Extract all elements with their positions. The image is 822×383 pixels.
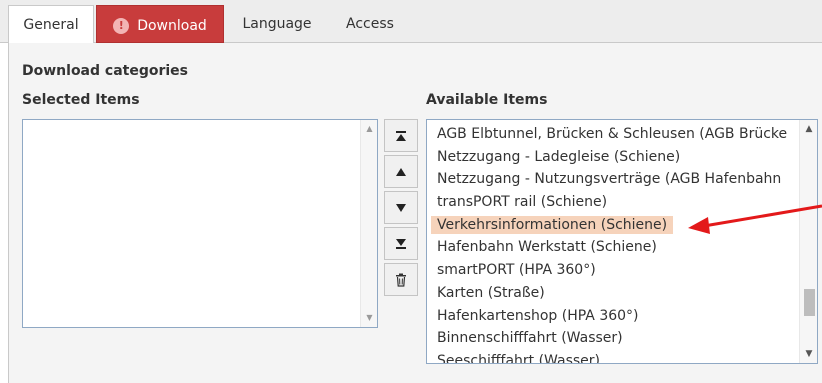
trash-icon xyxy=(396,273,406,287)
tab-language[interactable]: Language xyxy=(230,5,324,43)
tab-panel: Download categories Selected Items Avail… xyxy=(8,43,822,383)
section-title: Download categories xyxy=(22,63,189,79)
move-to-bottom-button[interactable] xyxy=(384,227,418,260)
tab-download-label: Download xyxy=(137,18,207,34)
list-item[interactable]: Karten (Straße) xyxy=(427,282,801,305)
scroll-up-icon[interactable]: ▲ xyxy=(361,122,378,136)
list-item[interactable]: Netzzugang - Ladegleise (Schiene) xyxy=(427,146,801,169)
move-up-button[interactable] xyxy=(384,155,418,188)
scroll-down-icon[interactable]: ▼ xyxy=(361,311,378,325)
move-to-top-icon xyxy=(396,130,406,141)
list-item[interactable]: Binnenschifffahrt (Wasser) xyxy=(427,327,801,350)
move-down-icon xyxy=(396,203,406,212)
available-items-scrollbar[interactable]: ▲ ▼ xyxy=(799,120,817,363)
tab-download[interactable]: ! Download xyxy=(96,5,224,43)
list-item[interactable]: Netzzugang - Nutzungsverträge (AGB Hafen… xyxy=(427,168,801,191)
available-items-list[interactable]: AGB Elbtunnel, Brücken & Schleusen (AGB … xyxy=(426,119,818,364)
error-icon: ! xyxy=(113,18,130,34)
move-up-icon xyxy=(396,167,406,176)
available-items-options: AGB Elbtunnel, Brücken & Schleusen (AGB … xyxy=(427,120,801,363)
list-item-highlighted[interactable]: Verkehrsinformationen (Schiene) xyxy=(427,214,801,237)
list-item[interactable]: Hafenbahn Werkstatt (Schiene) xyxy=(427,236,801,259)
selected-items-label: Selected Items xyxy=(22,92,140,108)
tab-access-label: Access xyxy=(346,16,394,32)
list-item[interactable]: Seeschifffahrt (Wasser) xyxy=(427,350,801,363)
list-item[interactable]: transPORT rail (Schiene) xyxy=(427,191,801,214)
tab-bar: General ! Download Language Access xyxy=(0,0,822,44)
tab-general-label: General xyxy=(23,17,79,33)
tab-general[interactable]: General xyxy=(8,5,94,44)
list-item[interactable]: AGB Elbtunnel, Brücken & Schleusen (AGB … xyxy=(427,123,801,146)
move-controls xyxy=(384,119,418,296)
selected-items-list[interactable]: ▲ ▼ xyxy=(22,119,378,328)
move-down-button[interactable] xyxy=(384,191,418,224)
scroll-down-icon[interactable]: ▼ xyxy=(800,347,817,361)
tab-language-label: Language xyxy=(242,16,312,32)
list-item[interactable]: Hafenkartenshop (HPA 360°) xyxy=(427,305,801,328)
scrollbar-thumb[interactable] xyxy=(804,289,815,316)
remove-button[interactable] xyxy=(384,263,418,296)
available-items-label: Available Items xyxy=(426,92,548,108)
move-to-top-button[interactable] xyxy=(384,119,418,152)
list-item[interactable]: smartPORT (HPA 360°) xyxy=(427,259,801,282)
scroll-up-icon[interactable]: ▲ xyxy=(800,122,817,136)
tab-access[interactable]: Access xyxy=(332,5,408,43)
move-to-bottom-icon xyxy=(396,238,406,249)
selected-items-scrollbar[interactable]: ▲ ▼ xyxy=(360,120,377,327)
